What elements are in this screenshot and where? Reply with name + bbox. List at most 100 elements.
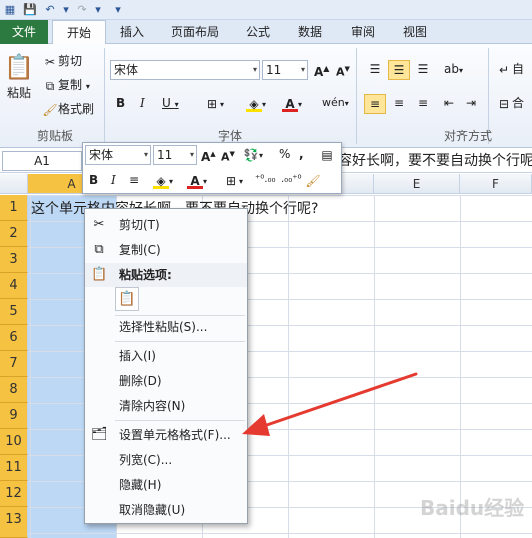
tab-review[interactable]: 审阅	[340, 20, 386, 44]
undo-dropdown-icon[interactable]: ▾	[58, 2, 74, 18]
italic-button[interactable]: I	[140, 94, 145, 112]
row-header[interactable]: 7	[0, 351, 28, 377]
align-left-button[interactable]: ≡	[364, 94, 386, 114]
brush-icon: 🖌	[42, 102, 58, 117]
column-header-f[interactable]: F	[460, 174, 532, 194]
menu-item-clear-contents[interactable]: 清除内容(N)	[85, 394, 247, 418]
merge-label: 合	[512, 96, 525, 110]
copy-label: 复制	[58, 78, 83, 92]
mini-decrease-decimal-button[interactable]: .₀₀⁺⁰	[281, 171, 301, 189]
menu-item-hide[interactable]: 隐藏(H)	[85, 473, 247, 497]
orientation-button[interactable]: ab▾	[444, 60, 463, 80]
copy-icon: ⧉	[94, 242, 104, 257]
merge-center-button[interactable]: ⊟ 合	[496, 94, 524, 112]
menu-item-cut[interactable]: ✂ 剪切(T)	[85, 213, 247, 237]
font-name-combo[interactable]: 宋体 ▾	[110, 60, 260, 80]
mini-table-format-button[interactable]: ▤	[319, 145, 335, 163]
chevron-down-icon[interactable]: ▾	[253, 61, 257, 79]
shrink-font-button[interactable]: A▼	[336, 60, 350, 82]
menu-item-delete[interactable]: 删除(D)	[85, 369, 247, 393]
row-header[interactable]: 5	[0, 299, 28, 325]
mini-bold-button[interactable]: B	[89, 171, 98, 189]
chevron-down-icon[interactable]: ▾	[301, 61, 305, 79]
tab-data[interactable]: 数据	[286, 20, 334, 44]
tab-page-layout[interactable]: 页面布局	[160, 20, 230, 44]
mini-center-button[interactable]: ≡	[129, 171, 139, 189]
underline-button[interactable]: U ▾	[162, 94, 179, 114]
redo-icon[interactable]: ↷	[74, 2, 90, 18]
mini-italic-button[interactable]: I	[111, 171, 116, 189]
menu-item-unhide[interactable]: 取消隐藏(U)	[85, 498, 247, 522]
customize-qat-icon[interactable]: ▾	[110, 2, 126, 18]
row-header[interactable]: 6	[0, 325, 28, 351]
row-header[interactable]: 10	[0, 429, 28, 455]
mini-font-name-combo[interactable]: 宋体 ▾	[85, 145, 151, 165]
menu-item-format-cells[interactable]: 🗂 设置单元格格式(F)...	[85, 423, 247, 447]
menu-item-column-width[interactable]: 列宽(C)...	[85, 448, 247, 472]
tab-view[interactable]: 视图	[392, 20, 438, 44]
copy-button[interactable]: ⧉ 复制 ▾	[42, 76, 90, 96]
phonetic-button[interactable]: wén▾	[322, 94, 349, 113]
bold-button[interactable]: B	[116, 94, 125, 112]
cut-button[interactable]: ✂ 剪切	[42, 52, 82, 70]
font-size-value: 11	[266, 63, 282, 77]
wrap-text-button[interactable]: ↵ 自	[496, 60, 524, 78]
menu-item-insert[interactable]: 插入(I)	[85, 344, 247, 368]
row-header[interactable]: 8	[0, 377, 28, 403]
formula-content[interactable]: 容好长啊，要不要自动换个行呢	[338, 152, 532, 170]
row-header[interactable]: 2	[0, 221, 28, 247]
align-top-button[interactable]: ☰	[364, 60, 386, 80]
row-header[interactable]: 11	[0, 455, 28, 481]
mini-fill-color-button[interactable]: ◈ ▾	[153, 171, 173, 191]
mini-increase-decimal-button[interactable]: ⁺⁰.₀₀	[255, 171, 275, 189]
chevron-down-icon[interactable]: ▾	[144, 146, 148, 164]
wrap-text-label: 自	[512, 62, 525, 76]
row-header[interactable]: 9	[0, 403, 28, 429]
align-middle-button[interactable]: ☰	[388, 60, 410, 80]
align-bottom-button[interactable]: ☰	[412, 60, 434, 80]
menu-item-copy[interactable]: ⧉ 复制(C)	[85, 238, 247, 262]
align-right-button[interactable]: ≡	[412, 94, 434, 114]
format-painter-button[interactable]: 🖌格式刷	[42, 100, 94, 118]
tab-file[interactable]: 文件	[0, 20, 48, 44]
decrease-indent-button[interactable]: ⇤	[444, 94, 454, 112]
increase-indent-button[interactable]: ⇥	[466, 94, 476, 112]
mini-font-color-button[interactable]: A ▾	[187, 171, 207, 191]
tab-formulas[interactable]: 公式	[236, 20, 280, 44]
mini-shrink-font-button[interactable]: A▼	[221, 145, 235, 167]
row-header[interactable]: 13	[0, 507, 28, 538]
font-color-button[interactable]: A ▾	[282, 94, 302, 114]
mini-borders-button[interactable]: ⊞ ▾	[223, 171, 243, 191]
row-header[interactable]: 3	[0, 247, 28, 273]
save-icon[interactable]: 💾	[22, 2, 38, 18]
paste-option-button[interactable]: 📋	[115, 287, 139, 311]
row-header[interactable]: 4	[0, 273, 28, 299]
undo-icon[interactable]: ↶	[42, 2, 58, 18]
mini-format-painter-button[interactable]: 🖌	[305, 171, 321, 189]
mini-percent-button[interactable]: %	[279, 145, 290, 163]
select-all-corner[interactable]	[0, 174, 28, 194]
mini-comma-button[interactable]: ,	[299, 145, 304, 163]
paste-icon: 📋	[91, 267, 108, 282]
mini-accounting-button[interactable]: 💱▾	[243, 145, 264, 165]
row-header[interactable]: 12	[0, 481, 28, 507]
grow-font-button[interactable]: A▲	[314, 60, 329, 81]
mini-font-size-combo[interactable]: 11 ▾	[153, 145, 197, 165]
menu-item-paste-special[interactable]: 选择性粘贴(S)...	[85, 315, 247, 339]
menu-item-label: 删除(D)	[119, 374, 162, 388]
chevron-down-icon[interactable]: ▾	[190, 146, 194, 164]
mini-grow-font-button[interactable]: A▲	[201, 145, 216, 166]
row-header[interactable]: 1	[0, 195, 28, 221]
align-center-button[interactable]: ≡	[388, 94, 410, 114]
merge-icon: ⊟	[498, 96, 510, 111]
borders-button[interactable]: ⊞ ▾	[204, 94, 224, 114]
name-box[interactable]: A1	[2, 151, 82, 171]
tab-insert[interactable]: 插入	[110, 20, 154, 44]
tab-home[interactable]: 开始	[52, 20, 106, 45]
paste-label: 粘贴	[6, 86, 31, 100]
paste-button[interactable]: 📋 粘贴	[4, 50, 34, 100]
column-header-e[interactable]: E	[374, 174, 460, 194]
fill-color-button[interactable]: ◈ ▾	[246, 94, 266, 114]
redo-dropdown-icon[interactable]: ▾	[90, 2, 106, 18]
font-size-combo[interactable]: 11 ▾	[262, 60, 308, 80]
